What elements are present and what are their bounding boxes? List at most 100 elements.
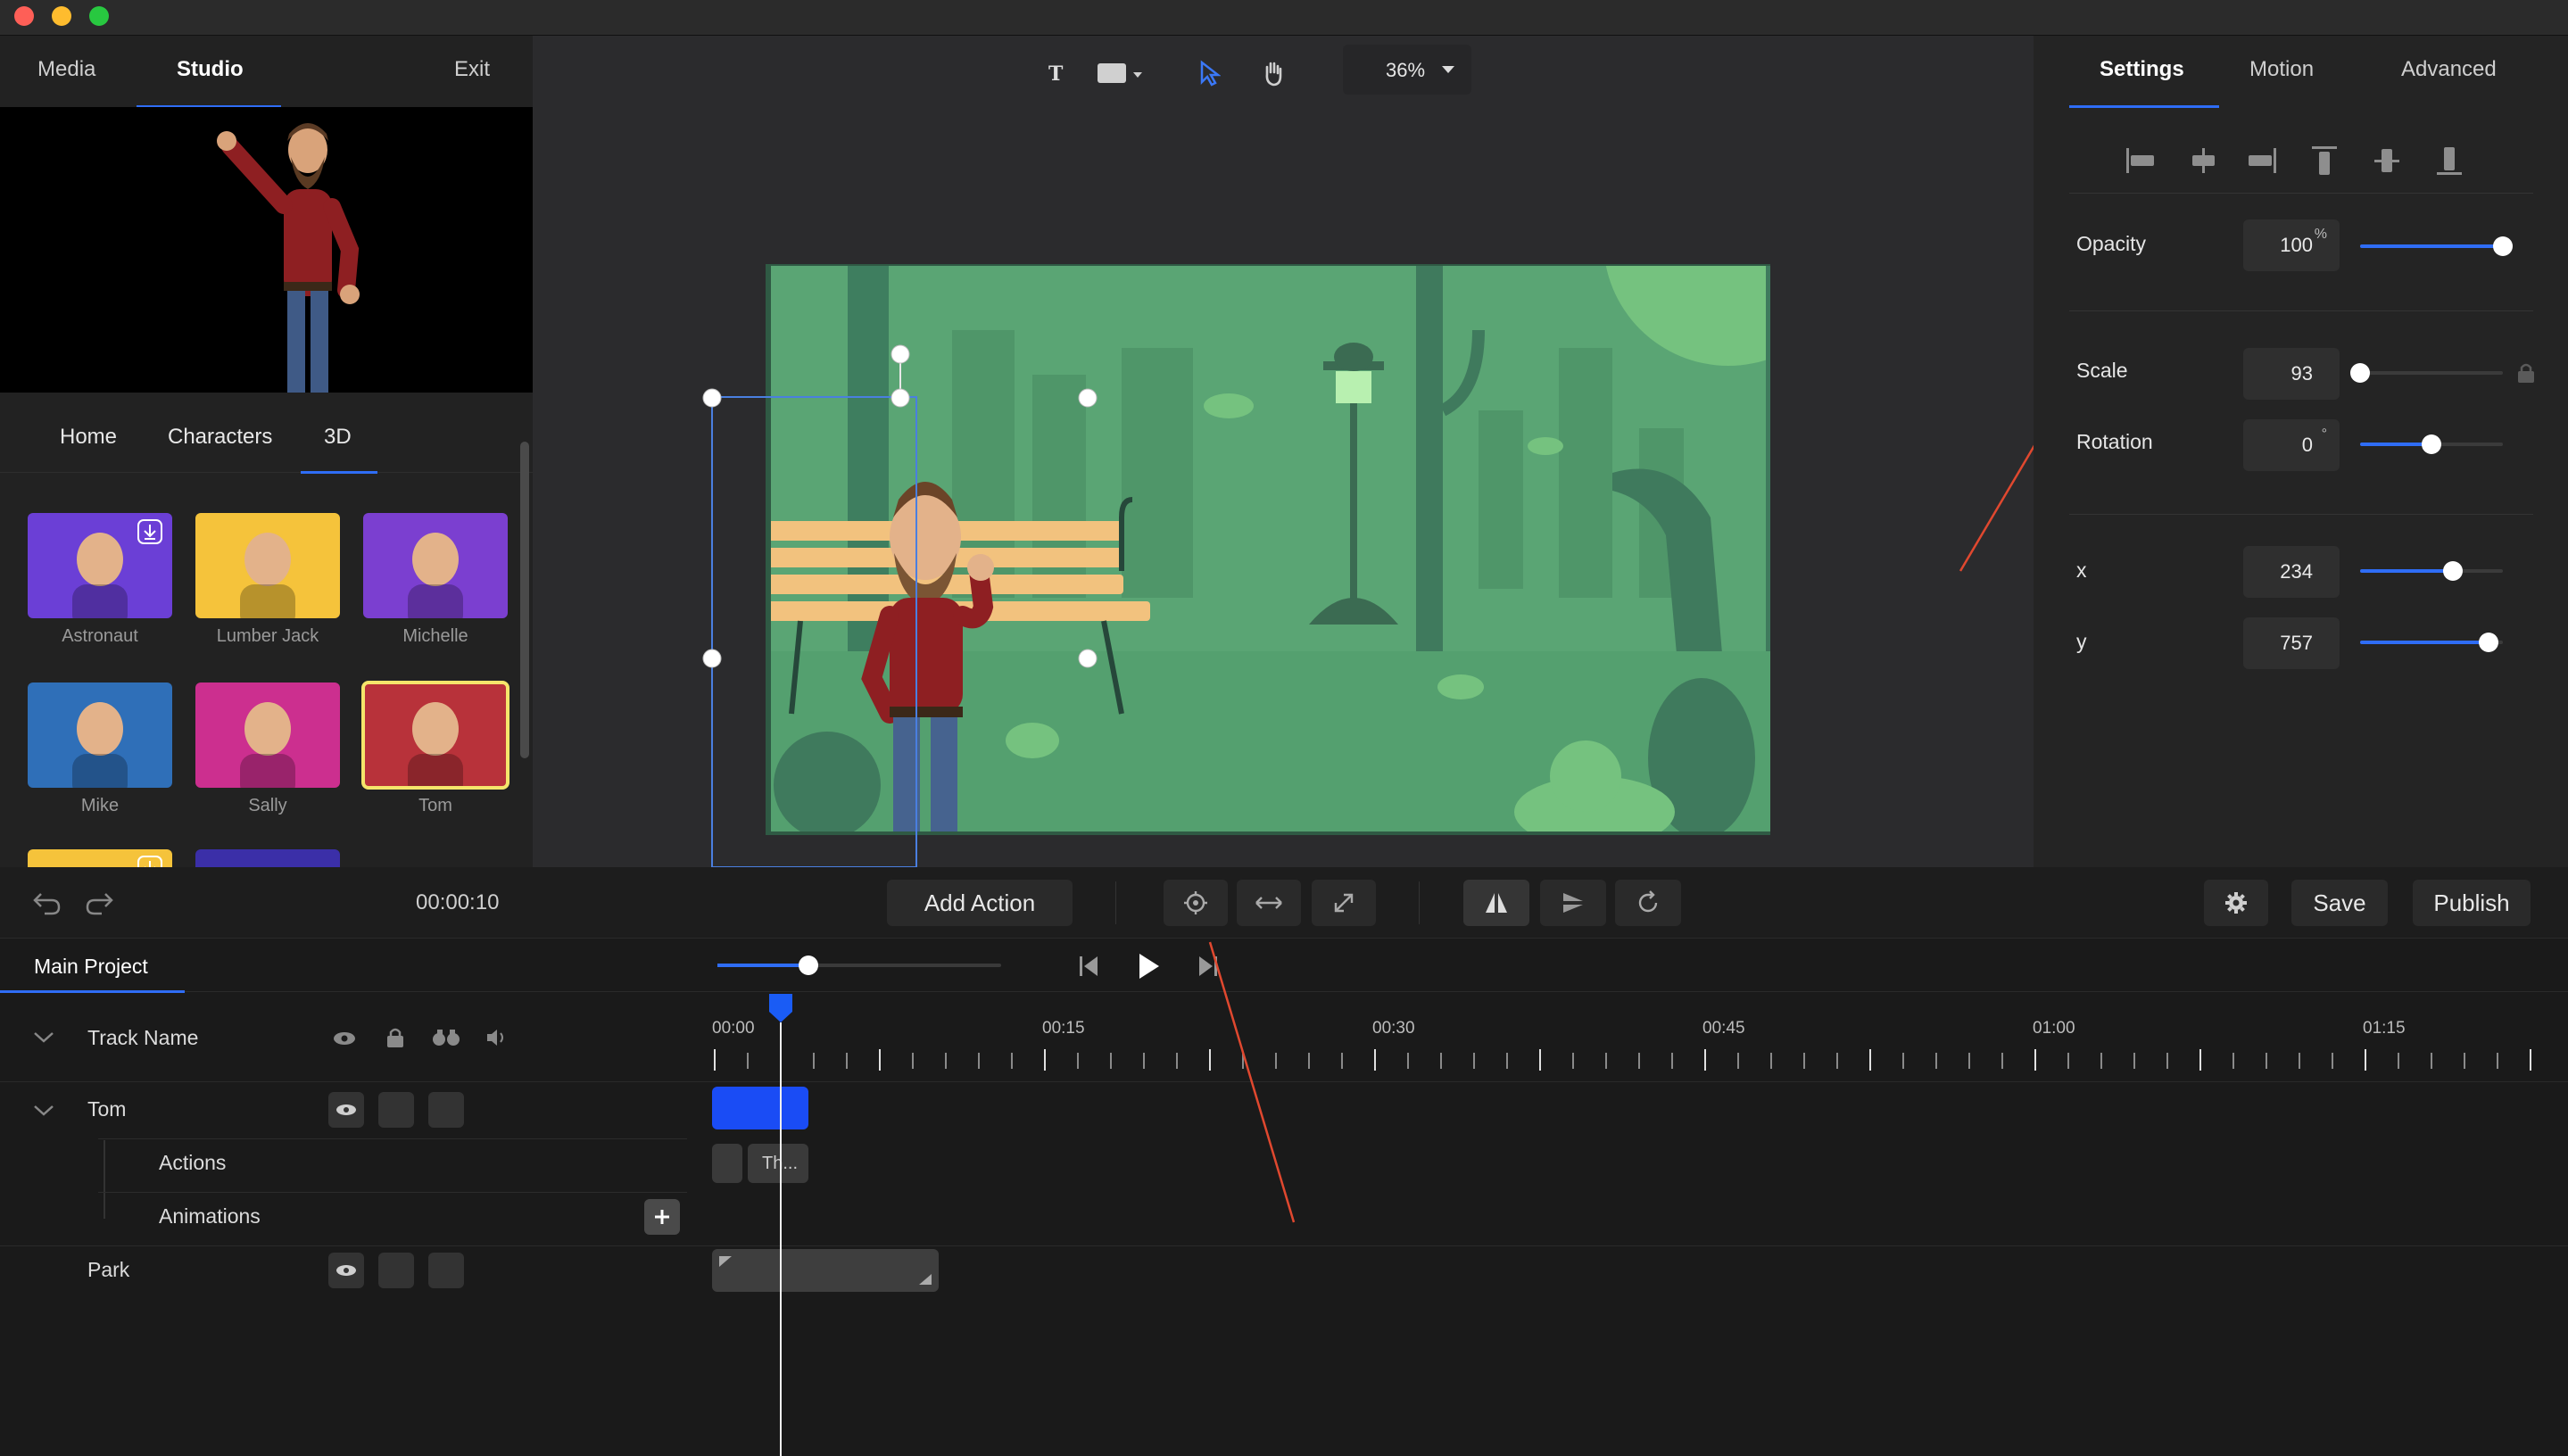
tab-main-project[interactable]: Main Project bbox=[34, 955, 148, 979]
download-icon[interactable] bbox=[137, 518, 163, 545]
exit-button[interactable]: Exit bbox=[454, 57, 490, 82]
opacity-input[interactable]: 100 % bbox=[2243, 219, 2340, 271]
scale-slider[interactable] bbox=[2350, 363, 2503, 383]
character-card[interactable] bbox=[195, 513, 340, 618]
align-center-h-icon[interactable] bbox=[2185, 145, 2221, 177]
character-card[interactable] bbox=[28, 849, 172, 867]
skip-back-icon[interactable] bbox=[1076, 953, 1101, 980]
action-clip-handle[interactable] bbox=[712, 1144, 742, 1183]
collapse-chevron-icon[interactable] bbox=[32, 1103, 55, 1119]
rotation-input[interactable]: 0 ° bbox=[2243, 419, 2340, 471]
character-card[interactable] bbox=[363, 513, 508, 618]
y-input[interactable]: 757 bbox=[2243, 617, 2340, 669]
ruler-tick bbox=[1968, 1053, 1970, 1069]
slider-knob[interactable] bbox=[2422, 434, 2441, 454]
tab-media[interactable]: Media bbox=[37, 57, 95, 82]
reset-rotation-icon[interactable] bbox=[1615, 880, 1681, 926]
divider bbox=[2069, 514, 2533, 515]
left-panel: Media Studio Exit Home Characters 3D Ast… bbox=[0, 36, 533, 867]
lock-icon[interactable] bbox=[2515, 361, 2537, 385]
lock-toggle[interactable] bbox=[378, 1253, 414, 1288]
slider-knob[interactable] bbox=[2350, 363, 2370, 383]
close-window-button[interactable] bbox=[14, 6, 34, 26]
minimize-window-button[interactable] bbox=[52, 6, 71, 26]
visibility-toggle[interactable] bbox=[328, 1092, 364, 1128]
x-input[interactable]: 234 bbox=[2243, 546, 2340, 598]
ruler-tick bbox=[1077, 1053, 1079, 1069]
lock-icon[interactable] bbox=[385, 1026, 405, 1049]
playhead-handle[interactable] bbox=[767, 992, 794, 1024]
playhead-line bbox=[780, 1022, 782, 1456]
undo-icon[interactable] bbox=[32, 889, 62, 915]
settings-gear-icon[interactable] bbox=[2204, 880, 2268, 926]
play-icon[interactable] bbox=[1135, 951, 1162, 981]
y-label: y bbox=[2076, 630, 2087, 653]
character-card[interactable] bbox=[195, 849, 340, 867]
character-name: Sally bbox=[248, 796, 287, 815]
solo-toggle[interactable] bbox=[428, 1092, 464, 1128]
horizontal-resize-icon[interactable] bbox=[1237, 880, 1301, 926]
tom-clip[interactable] bbox=[712, 1087, 808, 1129]
tab-settings[interactable]: Settings bbox=[2100, 57, 2184, 82]
tab-studio[interactable]: Studio bbox=[177, 57, 244, 82]
expand-diagonal-icon[interactable] bbox=[1312, 880, 1376, 926]
tab-motion[interactable]: Motion bbox=[2249, 57, 2314, 82]
ruler-tick bbox=[978, 1053, 980, 1069]
ruler-tick bbox=[2100, 1053, 2102, 1069]
scale-input[interactable]: 93 bbox=[2243, 348, 2340, 400]
subtab-home[interactable]: Home bbox=[60, 425, 117, 450]
align-left-icon[interactable] bbox=[2123, 145, 2158, 177]
character-card[interactable] bbox=[28, 513, 172, 618]
visibility-toggle[interactable] bbox=[328, 1253, 364, 1288]
target-icon[interactable] bbox=[1164, 880, 1228, 926]
eye-icon[interactable] bbox=[332, 1030, 357, 1047]
park-clip[interactable] bbox=[712, 1249, 939, 1292]
add-animation-button[interactable] bbox=[644, 1199, 680, 1235]
rotation-value: 0 bbox=[2301, 434, 2313, 456]
download-icon[interactable] bbox=[137, 855, 163, 867]
collapse-chevron-icon[interactable] bbox=[32, 1030, 55, 1046]
ruler-tick bbox=[2001, 1053, 2003, 1069]
opacity-slider[interactable] bbox=[2360, 236, 2513, 256]
scene-canvas[interactable] bbox=[533, 36, 2034, 867]
ruler-tick bbox=[2464, 1053, 2465, 1069]
x-slider[interactable] bbox=[2360, 561, 2503, 581]
add-action-button[interactable]: Add Action bbox=[887, 880, 1073, 926]
redo-icon[interactable] bbox=[84, 889, 114, 915]
playback-slider[interactable] bbox=[717, 956, 1001, 975]
publish-button[interactable]: Publish bbox=[2413, 880, 2531, 926]
solo-toggle[interactable] bbox=[428, 1253, 464, 1288]
align-bottom-icon[interactable] bbox=[2431, 145, 2467, 177]
tab-advanced[interactable]: Advanced bbox=[2401, 57, 2497, 82]
slider-knob[interactable] bbox=[2493, 236, 2513, 256]
ruler-tick bbox=[1638, 1053, 1640, 1069]
action-clip[interactable]: Th... bbox=[748, 1144, 808, 1183]
align-middle-v-icon[interactable] bbox=[2369, 145, 2405, 177]
flip-horizontal-icon[interactable] bbox=[1463, 880, 1529, 926]
slider-knob[interactable] bbox=[2443, 561, 2463, 581]
ruler-tick bbox=[1143, 1053, 1145, 1069]
volume-icon[interactable] bbox=[485, 1028, 510, 1047]
slider-knob[interactable] bbox=[2479, 633, 2498, 652]
align-right-icon[interactable] bbox=[2244, 145, 2280, 177]
character-card[interactable] bbox=[28, 682, 172, 788]
rotation-slider[interactable] bbox=[2360, 434, 2503, 454]
binoculars-icon[interactable] bbox=[432, 1028, 460, 1047]
y-slider[interactable] bbox=[2360, 633, 2503, 652]
ruler-tick bbox=[2067, 1053, 2069, 1069]
subtab-characters[interactable]: Characters bbox=[168, 425, 272, 450]
character-preview bbox=[0, 107, 533, 393]
character-card[interactable] bbox=[361, 681, 509, 790]
library-scrollbar[interactable] bbox=[520, 442, 529, 758]
character-name: Mike bbox=[80, 796, 120, 815]
save-button[interactable]: Save bbox=[2291, 880, 2388, 926]
slider-knob[interactable] bbox=[798, 956, 818, 975]
slider-fill bbox=[2360, 443, 2431, 446]
lock-toggle[interactable] bbox=[378, 1092, 414, 1128]
flip-vertical-icon[interactable] bbox=[1540, 880, 1606, 926]
subtab-3d[interactable]: 3D bbox=[324, 425, 352, 450]
zoom-window-button[interactable] bbox=[89, 6, 109, 26]
character-card[interactable] bbox=[195, 682, 340, 788]
align-top-icon[interactable] bbox=[2307, 145, 2342, 177]
eye-icon bbox=[336, 1104, 356, 1115]
